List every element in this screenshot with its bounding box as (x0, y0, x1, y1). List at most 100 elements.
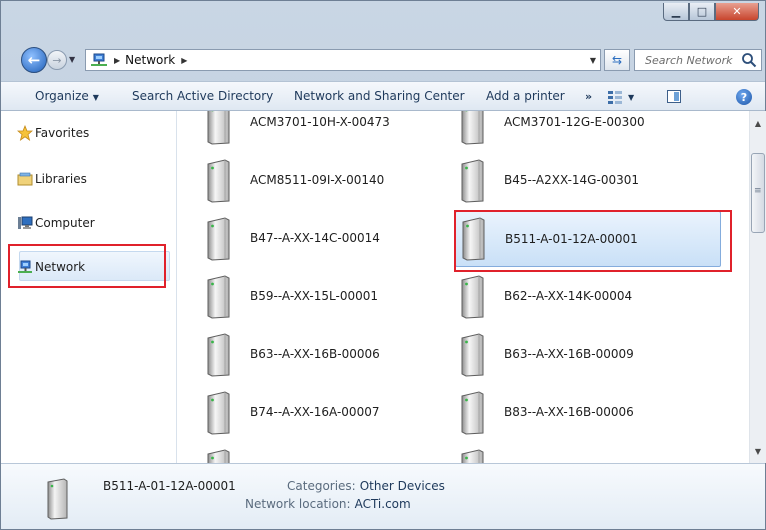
device-tile[interactable]: ACM8511-09I-X-00140 (205, 157, 455, 207)
address-bar[interactable]: ▶ Network ▶ ▼ (85, 49, 601, 71)
navigation-pane: Favorites Libraries Computer Network (1, 111, 177, 463)
categories-label: Categories: (287, 479, 356, 493)
network-location-label: Network location: (245, 497, 351, 511)
organize-label: Organize (35, 89, 89, 103)
categories-row: Categories: Other Devices (287, 479, 445, 493)
server-icon (207, 159, 230, 203)
device-label: ACM3701-12G-E-00300 (504, 115, 645, 129)
device-label: B63--A-XX-16B-00006 (250, 347, 380, 361)
device-tile[interactable]: ACM3701-10H-X-00473 (205, 111, 455, 149)
server-icon (461, 159, 484, 203)
network-sharing-center-button[interactable]: Network and Sharing Center (294, 89, 465, 103)
network-location-value: ACTi.com (354, 497, 411, 511)
server-icon (207, 391, 230, 435)
view-options-dropdown[interactable]: ▼ (628, 93, 634, 102)
computer-icon (18, 216, 33, 229)
server-icon (207, 275, 230, 319)
search-placeholder: Search Network (645, 53, 733, 67)
address-dropdown-icon[interactable]: ▼ (590, 56, 596, 65)
device-label: B63--A-XX-16B-00009 (504, 347, 634, 361)
recent-pages-dropdown[interactable]: ▼ (69, 55, 75, 64)
server-icon (461, 333, 484, 377)
nav-item-label: Computer (35, 216, 95, 230)
help-icon[interactable]: ? (736, 89, 752, 105)
categories-value: Other Devices (359, 479, 445, 493)
scroll-down-icon[interactable]: ▼ (750, 443, 766, 460)
close-icon: ✕ (732, 5, 742, 18)
device-tile[interactable]: B47--A-XX-14C-00014 (205, 215, 455, 265)
vertical-scrollbar[interactable]: ▲ ▼ (749, 111, 766, 463)
nav-item-computer[interactable]: Computer (18, 213, 95, 233)
nav-item-label: Favorites (35, 126, 90, 140)
scrollbar-thumb[interactable] (751, 153, 765, 233)
navigation-row: ← → ▼ ▶ Network ▶ ▼ ⇆ Search Network (1, 43, 765, 77)
device-tile[interactable]: B63--A-XX-16B-00006 (205, 331, 455, 381)
more-commands-button[interactable]: » (585, 90, 592, 103)
device-tile[interactable]: B62--A-XX-14K-00004 (459, 273, 709, 323)
close-button[interactable]: ✕ (715, 3, 759, 21)
star-icon (17, 125, 33, 141)
back-button[interactable]: ← (21, 47, 47, 73)
device-label: B47--A-XX-14C-00014 (250, 231, 380, 245)
file-list: ACM3701-10H-X-00473 ACM3701-12G-E-00300 AC… (177, 111, 749, 463)
device-tile[interactable]: ACM3701-12G-E-00300 (459, 111, 709, 149)
search-active-directory-button[interactable]: Search Active Directory (132, 89, 273, 103)
breadcrumb-network[interactable]: Network (125, 53, 175, 67)
server-icon (461, 275, 484, 319)
server-icon (47, 478, 68, 520)
device-tile-partial[interactable] (459, 447, 709, 463)
highlight-box-selected-device (454, 210, 732, 272)
device-label: B59--A-XX-15L-00001 (250, 289, 378, 303)
search-icon[interactable] (741, 52, 757, 68)
window-controls: ▁ □ ✕ (663, 3, 759, 21)
device-label: B45--A2XX-14G-00301 (504, 173, 639, 187)
device-label: B83--A-XX-16B-00006 (504, 405, 634, 419)
maximize-button[interactable]: □ (689, 3, 715, 21)
forward-arrow-icon: → (52, 53, 62, 67)
preview-pane-icon[interactable] (667, 90, 681, 103)
explorer-window: ▁ □ ✕ ← → ▼ ▶ Network ▶ ▼ ⇆ Search Netwo… (0, 0, 766, 530)
chevron-down-icon: ▼ (92, 93, 99, 102)
title-bar: ▁ □ ✕ (1, 1, 765, 41)
server-icon (207, 333, 230, 377)
search-input[interactable]: Search Network (634, 49, 762, 71)
nav-item-label: Libraries (35, 172, 87, 186)
device-label: B62--A-XX-14K-00004 (504, 289, 633, 303)
forward-button[interactable]: → (47, 50, 67, 70)
device-tile[interactable]: B74--A-XX-16A-00007 (205, 389, 455, 439)
device-tile-partial[interactable] (205, 447, 455, 463)
add-printer-button[interactable]: Add a printer (486, 89, 565, 103)
network-icon (91, 53, 107, 66)
device-tile[interactable]: B45--A2XX-14G-00301 (459, 157, 709, 207)
server-icon (207, 449, 230, 463)
nav-item-libraries[interactable]: Libraries (17, 169, 87, 189)
details-pane: B511-A-01-12A-00001 Categories: Other Dev… (1, 463, 765, 529)
device-label: B74--A-XX-16A-00007 (250, 405, 380, 419)
minimize-icon: ▁ (671, 5, 681, 18)
server-icon (207, 217, 230, 261)
server-icon (461, 449, 484, 463)
organize-menu[interactable]: Organize ▼ (35, 89, 99, 103)
breadcrumb-separator-icon[interactable]: ▶ (114, 56, 120, 65)
change-view-icon[interactable] (607, 89, 623, 105)
refresh-icon: ⇆ (611, 53, 623, 67)
libraries-icon (17, 172, 33, 186)
refresh-button[interactable]: ⇆ (604, 49, 630, 71)
back-arrow-icon: ← (27, 51, 41, 69)
scroll-up-icon[interactable]: ▲ (750, 115, 766, 132)
server-icon (207, 111, 230, 145)
nav-item-favorites[interactable]: Favorites (17, 123, 90, 143)
device-tile[interactable]: B63--A-XX-16B-00009 (459, 331, 709, 381)
breadcrumb-separator-icon[interactable]: ▶ (181, 56, 187, 65)
minimize-button[interactable]: ▁ (663, 3, 689, 21)
server-icon (461, 111, 484, 145)
device-label: ACM8511-09I-X-00140 (250, 173, 385, 187)
server-icon (461, 391, 484, 435)
device-tile[interactable]: B59--A-XX-15L-00001 (205, 273, 455, 323)
device-name: B511-A-01-12A-00001 (103, 479, 236, 493)
highlight-box-network (8, 244, 166, 288)
network-location-row: Network location: ACTi.com (245, 497, 411, 511)
device-tile[interactable]: B83--A-XX-16B-00006 (459, 389, 709, 439)
maximize-icon: □ (696, 5, 708, 18)
command-bar: Organize ▼ Search Active Directory Networ… (1, 81, 765, 111)
